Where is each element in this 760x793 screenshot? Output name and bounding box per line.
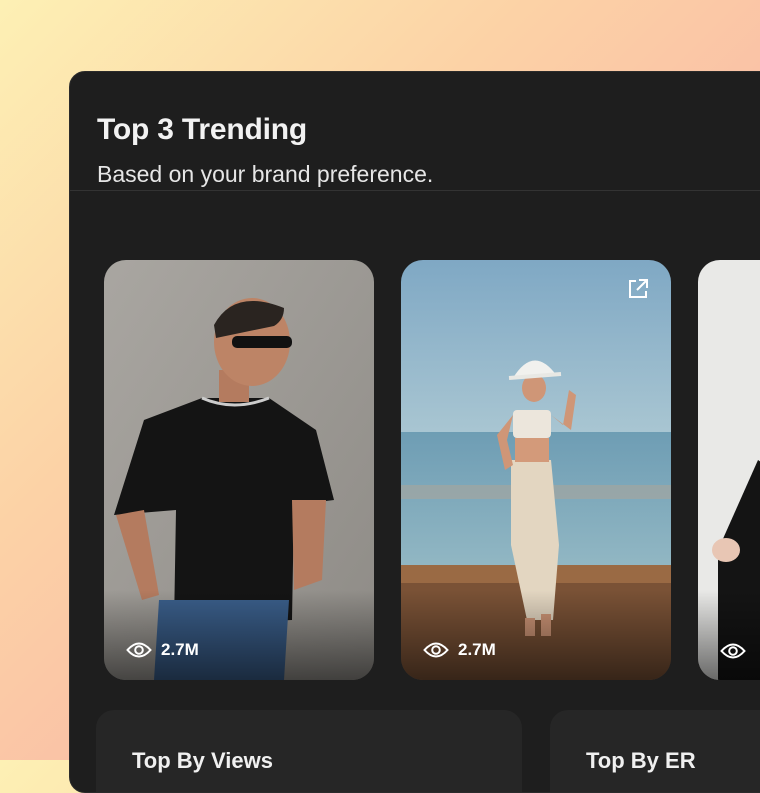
panel-header: Top 3 Trending Based on your brand prefe…	[70, 72, 760, 191]
view-count: 2.7M	[423, 640, 496, 660]
eye-icon	[126, 642, 152, 658]
eye-icon	[720, 643, 746, 659]
external-link-icon	[629, 279, 648, 298]
view-count-label: 2.7M	[458, 640, 496, 659]
top-by-views-card[interactable]: Top By Views	[96, 710, 522, 792]
panel-title: Top 3 Trending	[97, 113, 307, 146]
panel-subtitle: Based on your brand preference.	[97, 161, 434, 187]
trending-panel: Top 3 Trending Based on your brand prefe…	[69, 71, 760, 793]
top-by-er-label: Top By ER	[586, 748, 696, 773]
top-by-views-label: Top By Views	[132, 748, 274, 773]
trending-card[interactable]: 2.7M	[104, 260, 374, 680]
trending-card[interactable]	[698, 260, 760, 680]
view-count: 2.7M	[126, 640, 199, 660]
open-external-button[interactable]	[627, 278, 649, 305]
view-count	[720, 642, 755, 660]
top-by-er-card[interactable]: Top By ER	[550, 710, 760, 792]
eye-icon	[423, 642, 449, 658]
view-count-label: 2.7M	[161, 640, 199, 659]
trending-card[interactable]: 2.7M	[401, 260, 671, 680]
